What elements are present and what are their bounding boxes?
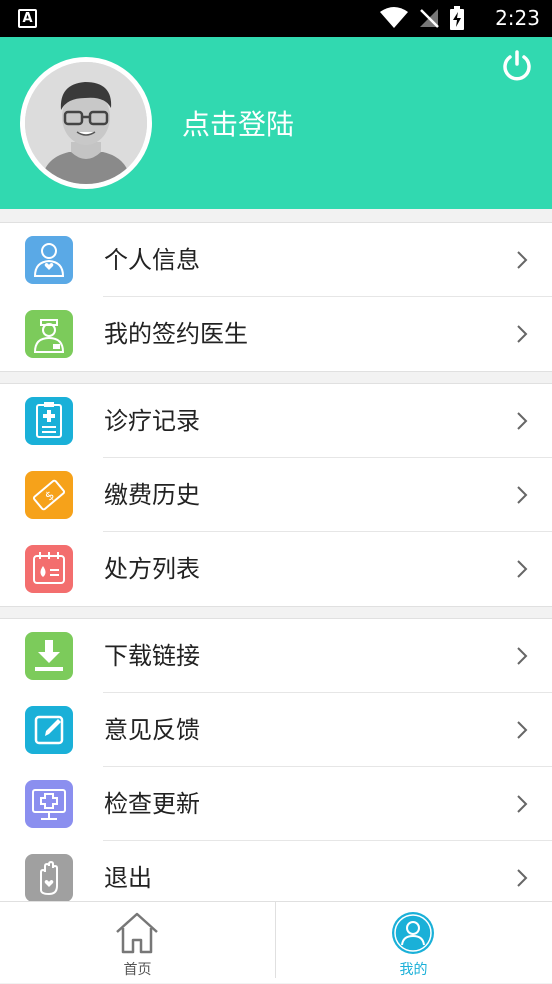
menu-item-prescription-list[interactable]: 处方列表 [0,532,552,606]
home-icon [116,912,158,954]
chevron-right-icon [517,560,528,578]
avatar[interactable] [20,57,152,189]
menu-item-check-update[interactable]: 检查更新 [0,767,552,841]
feedback-edit-icon [25,706,73,754]
status-bar: A 2:23 [0,0,552,37]
menu-item-label: 个人信息 [104,246,200,274]
chevron-right-icon [517,412,528,430]
chevron-right-icon [517,647,528,665]
menu-item-feedback[interactable]: 意见反馈 [0,693,552,767]
menu-item-label: 诊疗记录 [104,407,200,435]
profile-icon [392,912,434,954]
menu-item-label: 意见反馈 [104,716,200,744]
menu-item-label: 处方列表 [104,555,200,583]
no-signal-icon [420,9,439,28]
menu-item-download-link[interactable]: 下载链接 [0,619,552,693]
chevron-right-icon [517,251,528,269]
download-icon [25,632,73,680]
menu-item-label: 我的签约医生 [104,320,248,348]
tab-label: 我的 [399,962,428,978]
wifi-icon [380,7,408,28]
menu-item-logout[interactable]: 退出 [0,841,552,901]
menu-item-my-doctor[interactable]: 我的签约医生 [0,297,552,371]
profile-header: 点击登陆 [0,37,552,209]
chevron-right-icon [517,721,528,739]
menu-item-label: 检查更新 [104,790,200,818]
menu-group-medical: 诊疗记录 $ 缴费历史 处方列表 [0,383,552,607]
battery-charging-icon [450,6,464,30]
doctor-icon [25,310,73,358]
chevron-right-icon [517,869,528,887]
tab-home[interactable]: 首页 [0,902,275,984]
menu-item-personal-info[interactable]: 个人信息 [0,223,552,297]
update-monitor-icon [25,780,73,828]
menu-item-label: 缴费历史 [104,481,200,509]
login-link[interactable]: 点击登陆 [182,107,294,143]
menu-group-app: 下载链接 意见反馈 检查更新 退出 [0,618,552,901]
menu-item-payment-history[interactable]: $ 缴费历史 [0,458,552,532]
notification-icon: A [18,9,37,28]
payment-icon: $ [25,471,73,519]
medical-record-icon [25,397,73,445]
tab-label: 首页 [123,962,152,978]
status-icons [380,6,464,30]
menu-item-label: 退出 [104,864,152,892]
chevron-right-icon [517,325,528,343]
menu-item-label: 下载链接 [104,642,200,670]
person-info-icon [25,236,73,284]
power-icon[interactable] [500,49,534,83]
prescription-icon [25,545,73,593]
tab-mine[interactable]: 我的 [276,902,551,984]
exit-hand-icon [25,854,73,901]
chevron-right-icon [517,486,528,504]
status-time: 2:23 [495,6,540,30]
menu-item-medical-records[interactable]: 诊疗记录 [0,384,552,458]
bottom-tab-bar: 首页 我的 [0,901,552,983]
menu-group-account: 个人信息 我的签约医生 [0,222,552,372]
user-avatar-icon [25,62,147,184]
chevron-right-icon [517,795,528,813]
